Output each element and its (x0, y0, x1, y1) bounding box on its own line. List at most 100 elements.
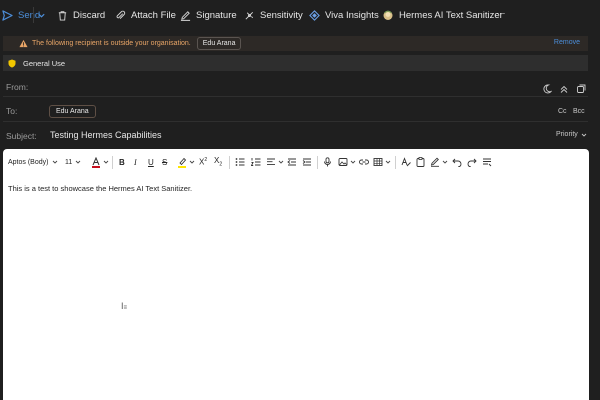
link-icon (359, 159, 369, 165)
sensitivity-label: Sensitivity (260, 9, 303, 21)
decrease-indent-button[interactable] (287, 156, 297, 168)
more-options-button[interactable]: ··· (496, 6, 506, 20)
signature-button[interactable]: Signature (180, 8, 237, 22)
highlighter-icon (178, 157, 187, 168)
hermes-sanitizer-button[interactable]: Hermes AI Text Sanitizer (382, 8, 503, 22)
redo-icon (467, 158, 477, 167)
subject-input[interactable]: Testing Hermes Capabilities (50, 130, 162, 140)
clipboard-icon (416, 157, 425, 167)
microphone-icon (324, 157, 331, 167)
numbering-button[interactable] (251, 156, 261, 168)
chevron-down-icon (581, 133, 587, 137)
italic-button[interactable]: I (134, 156, 137, 168)
remove-recipient-link[interactable]: Remove (554, 39, 580, 46)
chevron-down-icon (278, 160, 284, 164)
align-left-icon (267, 158, 275, 165)
redo-button[interactable] (467, 156, 477, 168)
font-color-button[interactable] (91, 156, 109, 168)
chevron-down-icon (38, 13, 45, 18)
from-field[interactable] (46, 78, 526, 94)
signature-insert-button[interactable] (430, 156, 448, 168)
sensitivity-banner: General Use (3, 55, 588, 71)
send-button[interactable]: Send (2, 8, 40, 22)
increase-indent-icon (302, 158, 311, 166)
subject-label: Subject: (6, 131, 37, 141)
chevron-down-icon (442, 160, 448, 164)
attach-file-label: Attach File (131, 9, 176, 21)
subscript-icon: X2 (214, 156, 223, 168)
more-icon: ··· (496, 7, 506, 19)
align-button[interactable] (266, 156, 284, 168)
table-icon (373, 158, 383, 166)
pen-icon (180, 10, 191, 21)
insert-picture-button[interactable] (338, 156, 356, 168)
superscript-button[interactable]: X2 (199, 156, 207, 168)
decrease-indent-icon (287, 158, 296, 166)
bullets-button[interactable] (235, 156, 245, 168)
discard-button[interactable]: Discard (57, 8, 105, 22)
bulleted-list-icon (235, 158, 245, 166)
insert-table-button[interactable] (373, 156, 391, 168)
superscript-icon: X2 (199, 157, 208, 167)
bold-button[interactable]: B (119, 156, 125, 168)
strikethrough-icon: S (162, 157, 168, 167)
font-family-select[interactable]: Aptos (Body) (8, 156, 58, 168)
chevron-down-icon (189, 160, 195, 164)
warning-recipient-pill: Edu Arana (196, 37, 242, 50)
hermes-icon (383, 10, 393, 20)
trash-icon (58, 10, 67, 21)
to-recipient-pill[interactable]: Edu Arana (49, 105, 96, 118)
text-cursor-icon: I≡ (121, 301, 128, 311)
editor-icon (401, 157, 411, 167)
paperclip-icon (116, 10, 126, 19)
viva-insights-button[interactable]: Viva Insights (309, 8, 379, 22)
signature-label: Signature (196, 9, 237, 21)
underline-button[interactable]: U (148, 156, 154, 168)
hermes-label: Hermes AI Text Sanitizer (399, 9, 503, 21)
sensitivity-icon (245, 11, 254, 19)
priority-label: Priority (556, 131, 578, 138)
more-formatting-icon (483, 158, 492, 167)
chevron-down-icon (103, 160, 109, 164)
to-label: To: (6, 106, 18, 116)
font-size-select[interactable]: 11 (65, 156, 81, 168)
command-bar: Send Discard Attach File Signature Sensi… (0, 0, 600, 30)
chevron-down-icon (53, 160, 58, 164)
font-size-value: 11 (65, 158, 73, 166)
underline-icon: U (148, 157, 154, 167)
from-label: From: (6, 82, 29, 92)
highlight-button[interactable] (177, 156, 195, 168)
numbered-list-icon (251, 158, 261, 166)
more-formatting-button[interactable] (482, 156, 492, 168)
message-body-text[interactable]: This is a test to showcase the Hermes AI… (8, 184, 192, 193)
viva-insights-icon (309, 9, 320, 21)
sensitivity-button[interactable]: Sensitivity (244, 8, 303, 22)
warning-icon (19, 39, 28, 48)
formatting-toolbar: Aptos (Body) 11 B I U S X2 X2 (3, 149, 589, 175)
viva-insights-label: Viva Insights (325, 9, 379, 21)
bcc-button[interactable]: Bcc (573, 108, 585, 115)
send-options-chevron[interactable] (37, 8, 46, 22)
cc-button[interactable]: Cc (558, 108, 567, 115)
attach-file-button[interactable]: Attach File (115, 8, 176, 22)
insert-link-button[interactable] (359, 156, 369, 168)
message-editor[interactable]: Aptos (Body) 11 B I U S X2 X2 This is a … (3, 149, 589, 400)
subscript-button[interactable]: X2 (214, 156, 222, 168)
italic-icon: I (134, 157, 137, 167)
priority-button[interactable]: Priority (556, 131, 587, 138)
chevron-down-icon (350, 160, 356, 164)
dictate-button[interactable] (323, 156, 332, 168)
signature-icon (430, 157, 439, 167)
sensitivity-format-button[interactable] (416, 156, 425, 168)
shield-icon (8, 59, 16, 68)
strikethrough-button[interactable]: S (162, 156, 167, 168)
increase-indent-button[interactable] (302, 156, 312, 168)
external-recipient-warning: The following recipient is outside your … (3, 36, 588, 51)
warning-text: The following recipient is outside your … (32, 40, 191, 47)
bold-icon: B (119, 157, 125, 167)
undo-button[interactable] (452, 156, 462, 168)
editor-button[interactable] (401, 156, 411, 168)
chevron-down-icon (75, 160, 81, 164)
font-color-icon (92, 156, 100, 168)
chevron-down-icon (385, 160, 391, 164)
